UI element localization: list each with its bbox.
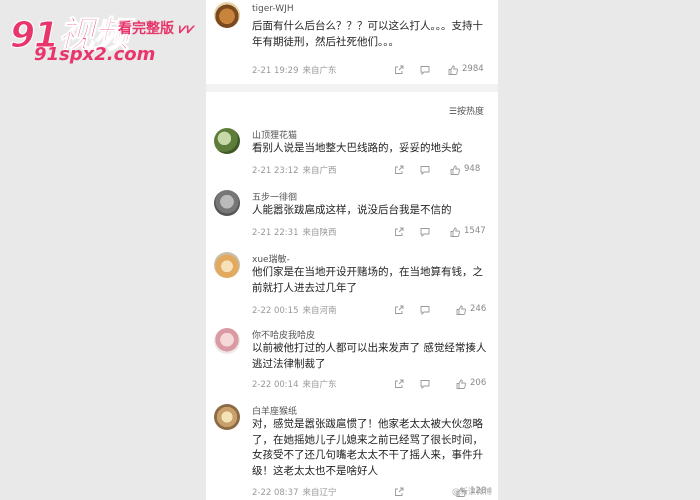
username[interactable]: tiger-WJH: [252, 4, 294, 14]
like-count: 246: [470, 304, 487, 314]
comment-date: 2-22 08:37: [252, 488, 299, 498]
like-icon[interactable]: [450, 227, 460, 237]
like-count: 2984: [462, 64, 484, 74]
avatar[interactable]: [214, 252, 240, 278]
reply-icon[interactable]: [420, 305, 430, 315]
comment-date: 2-22 00:15: [252, 306, 299, 316]
comment-meta: 2-21 22:31 来自陕西: [252, 226, 337, 238]
username[interactable]: 你不哈皮我哈皮: [252, 328, 315, 341]
comment-date: 2-21 23:12: [252, 166, 299, 176]
avatar[interactable]: [214, 328, 240, 354]
comment-text: 以前被他打过的人都可以出来发声了 感觉经常揍人逃过法律制裁了: [252, 342, 487, 370]
comment-text: 对，感觉是嚣张跋扈惯了！他家老太太被大伙忽略了，在她摇她儿子儿媳来之前已经骂了很…: [252, 418, 483, 477]
comment-meta: 2-21 19:29 来自广东: [252, 64, 337, 76]
reply-icon[interactable]: [420, 165, 430, 175]
comment-meta: 2-21 23:12 来自广西: [252, 164, 337, 176]
weibo-watermark: @新浪微博: [452, 487, 492, 496]
comment-text: 人能嚣张跋扈成这样，说没后台我是不信的: [252, 204, 452, 216]
username[interactable]: 白羊座猴纸: [252, 404, 297, 417]
watermark-url: 91spx2.com: [34, 44, 156, 65]
like-count: 206: [470, 378, 487, 388]
section-divider: [206, 84, 498, 92]
comment-text: 看别人说是当地整大巴线路的，妥妥的地头蛇: [252, 142, 462, 154]
share-icon[interactable]: [394, 227, 404, 237]
avatar[interactable]: [214, 128, 240, 154]
username[interactable]: 山顶狸花猫: [252, 128, 297, 141]
avatar[interactable]: [214, 2, 240, 28]
comment-panel: tiger-WJH 后面有什么后台么？？？可以这么打人。。。支持十年有期徒刑，然…: [206, 0, 498, 500]
share-icon[interactable]: [394, 487, 404, 497]
avatar[interactable]: [214, 190, 240, 216]
comment-location: 来自广东: [302, 66, 337, 76]
share-icon[interactable]: [394, 379, 404, 389]
comment-text: 后面有什么后台么？？？可以这么打人。。。支持十年有期徒刑，然后社死他们。。。: [252, 20, 483, 48]
comment-location: 来自辽宁: [302, 488, 337, 498]
username[interactable]: xue瑞敏-: [252, 252, 290, 265]
reply-icon[interactable]: [420, 227, 430, 237]
like-icon[interactable]: [456, 305, 466, 315]
comment-date: 2-22 00:14: [252, 380, 299, 390]
like-count: 1547: [464, 226, 486, 236]
like-icon[interactable]: [450, 165, 460, 175]
comment-location: 来自河南: [302, 306, 337, 316]
reply-icon[interactable]: [420, 379, 430, 389]
sort-by-hot-button[interactable]: ☰按热度: [449, 104, 484, 117]
comment-location: 来自陕西: [302, 228, 337, 238]
share-icon[interactable]: [394, 65, 404, 75]
watermark-tagline: 看完整版 ⩗⩗: [118, 21, 195, 37]
top-comment: tiger-WJH 后面有什么后台么？？？可以这么打人。。。支持十年有期徒刑，然…: [206, 0, 498, 84]
avatar[interactable]: [214, 404, 240, 430]
like-icon[interactable]: [448, 65, 458, 75]
comment-date: 2-21 22:31: [252, 228, 299, 238]
like-count: 948: [464, 164, 481, 174]
share-icon[interactable]: [394, 165, 404, 175]
site-watermark: 91视频 看完整版 ⩗⩗ 91spx2.com: [6, 4, 206, 66]
comment-date: 2-21 19:29: [252, 66, 299, 76]
comment-meta: 2-22 08:37 来自辽宁: [252, 486, 337, 498]
comment-location: 来自广东: [302, 380, 337, 390]
share-icon[interactable]: [394, 305, 404, 315]
comment-location: 来自广西: [302, 166, 337, 176]
reply-icon[interactable]: [420, 65, 430, 75]
like-icon[interactable]: [456, 379, 466, 389]
comment-text: 他们家是在当地开设开赌场的，在当地算有钱，之前就打人进去过几年了: [252, 266, 483, 294]
comment-meta: 2-22 00:14 来自广东: [252, 378, 337, 390]
comment-meta: 2-22 00:15 来自河南: [252, 304, 337, 316]
username[interactable]: 五步一徘徊: [252, 190, 297, 203]
